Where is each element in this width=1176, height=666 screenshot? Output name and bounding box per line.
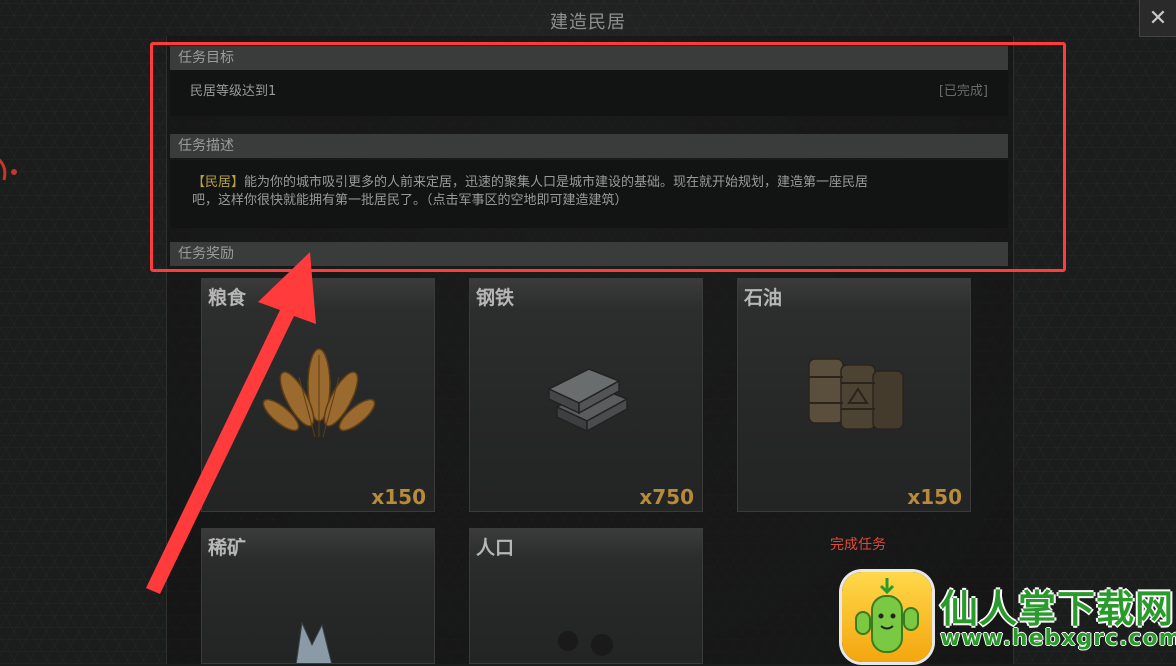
reward-name: 钢铁 — [476, 287, 515, 309]
reward-name: 石油 — [744, 287, 783, 309]
rare-ore-icon — [295, 621, 333, 663]
steel-ingot-icon — [547, 368, 629, 433]
watermark-url: www.hebxgrc.com — [940, 626, 1176, 651]
annotation-highlight-box — [150, 42, 1066, 272]
reward-card-steel: 钢铁 x750 — [469, 278, 703, 512]
reward-card-population: 人口 — [469, 528, 703, 664]
side-indicator-icon — [0, 158, 17, 181]
reward-quantity: x150 — [907, 485, 962, 509]
close-icon: ✕ — [1148, 5, 1168, 31]
population-icon — [558, 631, 613, 656]
close-button[interactable]: ✕ — [1139, 0, 1176, 37]
reward-name: 人口 — [476, 537, 515, 559]
complete-task-button[interactable]: 完成任务 — [810, 534, 906, 556]
watermark: 仙人掌下载网 www.hebxgrc.com — [842, 572, 1176, 664]
window-title: 建造民居 — [550, 12, 626, 33]
reward-quantity: x750 — [639, 485, 694, 509]
reward-card-oil: 石油 x150 — [737, 278, 971, 512]
oil-barrel-icon — [808, 358, 904, 430]
watermark-name: 仙人掌下载网 — [940, 587, 1175, 631]
annotation-arrow-icon — [146, 252, 316, 594]
reward-quantity: x150 — [371, 485, 426, 509]
cactus-logo-icon — [842, 572, 932, 662]
